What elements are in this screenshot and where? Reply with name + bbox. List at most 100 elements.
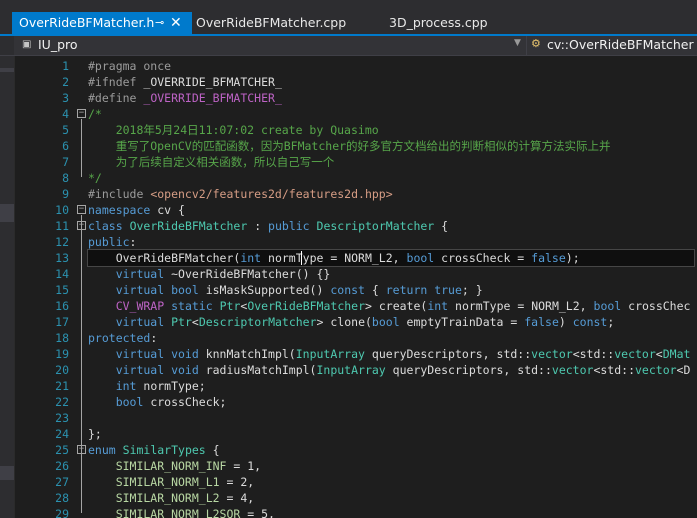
strip-marker (0, 204, 14, 222)
code-token: bool (88, 395, 144, 409)
line-number: 21 (55, 379, 69, 393)
code-line[interactable]: 20 virtual void radiusMatchImpl(InputArr… (15, 362, 697, 378)
code-token: OverRideBFMatcher (129, 219, 248, 233)
code-line[interactable]: 19 virtual void knnMatchImpl(InputArray … (15, 346, 697, 362)
code-token: bool (406, 251, 435, 265)
code-editor[interactable]: 1 #pragma once 2 #ifndef _OVERRIDE_BFMATCHE… (15, 56, 697, 518)
scope-dropdown[interactable]: ⚙ cv::OverRideBFMatcher (527, 36, 697, 55)
code-line[interactable]: 24}; (15, 426, 697, 442)
code-token: vector (635, 363, 677, 377)
code-line[interactable]: 13 OverRideBFMatcher(int normType = NORM… (15, 249, 697, 267)
line-number: 2 (62, 75, 69, 89)
code-token: : (247, 219, 269, 233)
code-line[interactable]: 9 #include <opencv2/features2d/features2d… (15, 186, 697, 202)
project-scope-icon: ▣ (22, 39, 32, 50)
code-token: normType = NORM_L2, (448, 299, 594, 313)
code-line[interactable]: 10− namespace cv { (15, 202, 697, 218)
line-number: 27 (55, 475, 69, 489)
code-text: CV_WRAP static Ptr<OverRideBFMatcher> cr… (88, 298, 691, 314)
line-number: 8 (62, 171, 69, 185)
line-number: 12 (55, 235, 69, 249)
strip-marker (0, 466, 14, 480)
code-line[interactable]: 1 #pragma once (15, 58, 697, 74)
code-token: SIMILAR_NORM_INF (88, 459, 227, 473)
code-line[interactable]: 16 CV_WRAP static Ptr<OverRideBFMatcher>… (15, 298, 697, 314)
line-number: 22 (55, 395, 69, 409)
line-number: 4 (62, 107, 69, 121)
code-line[interactable]: 27 SIMILAR_NORM_L1 = 2, (15, 474, 697, 490)
code-text: /* (88, 106, 102, 122)
code-token: SimilarTypes (122, 443, 206, 457)
code-line[interactable]: 22 bool crossCheck; (15, 394, 697, 410)
code-text: virtual Ptr<DescriptorMatcher> clone(boo… (88, 314, 615, 330)
code-line[interactable]: 7 为了后续自定义相关函数，所以自己写一个 (15, 154, 697, 170)
code-token: 重写了OpenCV的匹配函数，因为BFMatcher的好多官方文档给出的判断相似… (88, 139, 611, 153)
code-text: #ifndef _OVERRIDE_BFMATCHER_ (88, 74, 282, 90)
pin-icon[interactable]: ⊸ (155, 12, 164, 34)
code-token: public (88, 235, 130, 249)
code-text: */ (88, 170, 102, 186)
code-token: SIMILAR_NORM_L2 (88, 491, 220, 505)
code-token: = 2, (219, 475, 255, 489)
tab-overridebfmatcher-cpp[interactable]: OverRideBFMatcher.cpp (192, 12, 372, 34)
code-token: = 4, (219, 491, 255, 505)
line-number: 10 (55, 203, 69, 217)
code-token: class (88, 219, 123, 233)
code-token: queryDescriptors, std:: (364, 347, 532, 361)
line-number: 6 (62, 139, 69, 153)
code-token: OverRideBFMatcher( (88, 251, 241, 265)
code-token: < (655, 347, 663, 361)
code-token: virtual void (88, 347, 199, 361)
code-token: ~OverRideBFMatcher() {} (164, 267, 331, 281)
line-number: 20 (55, 363, 69, 377)
code-line[interactable]: 15 virtual bool isMaskSupported() const … (15, 282, 697, 298)
code-token: ) (558, 315, 573, 329)
code-token: { (364, 283, 386, 297)
code-text: protected: (88, 330, 157, 346)
project-dropdown[interactable]: ▣ IU_pro ▼ (14, 36, 527, 55)
code-token: 为了后续自定义相关函数，所以自己写一个 (88, 155, 335, 169)
collapse-icon[interactable]: − (77, 109, 86, 118)
code-token: crossChec (621, 299, 691, 313)
code-token: <opencv2/features2d/features2d.hpp> (150, 187, 393, 201)
code-line[interactable]: 21 int normType; (15, 378, 697, 394)
code-text: virtual bool isMaskSupported() const { r… (88, 282, 483, 298)
code-token: : (129, 235, 137, 249)
code-line[interactable]: 6 重写了OpenCV的匹配函数，因为BFMatcher的好多官方文档给出的判断… (15, 138, 697, 154)
code-token: cv { (150, 203, 185, 217)
tab-3d-process-cpp[interactable]: 3D_process.cpp (382, 12, 522, 34)
collapse-icon[interactable]: − (77, 205, 86, 214)
code-line[interactable]: 14 virtual ~OverRideBFMatcher() {} (15, 266, 697, 282)
code-line[interactable]: 17 virtual Ptr<DescriptorMatcher> clone(… (15, 314, 697, 330)
code-line[interactable]: 8 */ (15, 170, 697, 186)
code-token: Ptr (171, 315, 192, 329)
code-line[interactable]: 4−/* (15, 106, 697, 122)
code-token: InputArray (295, 347, 365, 361)
code-line[interactable]: 3 #define _OVERRIDE_BFMATCHER_ (15, 90, 697, 106)
code-line[interactable]: 23 (15, 410, 697, 426)
line-number: 25 (55, 443, 69, 457)
code-text: namespace cv { (88, 202, 185, 218)
line-number: 17 (55, 315, 69, 329)
code-token: { (205, 443, 220, 457)
code-text: 为了后续自定义相关函数，所以自己写一个 (88, 154, 335, 170)
code-line[interactable]: 2 #ifndef _OVERRIDE_BFMATCHER_ (15, 74, 697, 90)
chevron-down-icon: ▼ (514, 38, 521, 48)
code-line[interactable]: 12 public: (15, 234, 697, 250)
code-line[interactable]: 25−enum SimilarTypes { (15, 442, 697, 458)
code-line[interactable]: 29 SIMILAR_NORM_L2SQR = 5, (15, 506, 697, 518)
code-line[interactable]: 28 SIMILAR_NORM_L2 = 4, (15, 490, 697, 506)
code-line[interactable]: 26 SIMILAR_NORM_INF = 1, (15, 458, 697, 474)
close-icon[interactable]: ✕ (170, 12, 182, 34)
code-text: int normType; (88, 378, 206, 394)
code-line[interactable]: 18 protected: (15, 330, 697, 346)
code-token: vector (551, 363, 594, 377)
line-number: 14 (55, 267, 69, 281)
code-token: normType; (136, 379, 206, 393)
code-line[interactable]: 5 2018年5月24日11:07:02 create by Quasimo (15, 122, 697, 138)
code-token: radiusMatchImpl( (198, 363, 317, 377)
code-line[interactable]: 11−class OverRideBFMatcher : public Desc… (15, 218, 697, 234)
code-token: <std:: (572, 347, 615, 361)
tab-overridebfmatcher-h[interactable]: OverRideBFMatcher.h ⊸ ✕ (12, 12, 192, 34)
